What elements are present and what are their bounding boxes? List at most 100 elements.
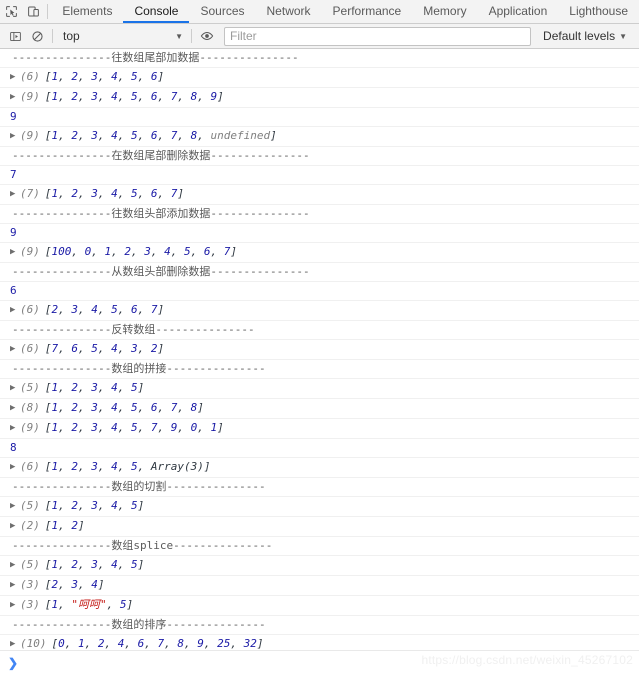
- console-value-row: 9: [0, 108, 639, 127]
- console-array-row[interactable]: ▶ (5) [1, 2, 3, 4, 5]: [0, 497, 639, 517]
- array-item: 2: [71, 558, 78, 571]
- array-item: 2: [71, 421, 78, 434]
- console-array-row[interactable]: ▶ (6) [2, 3, 4, 5, 6, 7]: [0, 301, 639, 321]
- array-item: 3: [91, 421, 98, 434]
- console-array-row[interactable]: ▶ (8) [1, 2, 3, 4, 5, 6, 7, 8]: [0, 399, 639, 419]
- expand-arrow-icon[interactable]: ▶: [10, 519, 20, 533]
- array-item: 2: [71, 460, 78, 473]
- console-array-row[interactable]: ▶ (10) [0, 1, 2, 4, 6, 7, 8, 9, 25, 32]: [0, 635, 639, 650]
- tab-performance[interactable]: Performance: [322, 0, 413, 23]
- tab-elements[interactable]: Elements: [51, 0, 123, 23]
- console-filter-input[interactable]: [224, 26, 532, 46]
- array-item: 4: [111, 90, 118, 103]
- expand-arrow-icon[interactable]: ▶: [10, 421, 20, 435]
- array-length-badge: (5): [20, 558, 40, 571]
- console-separator-row: ---------------反转数组---------------: [0, 321, 639, 340]
- console-array-row[interactable]: ▶ (5) [1, 2, 3, 4, 5]: [0, 556, 639, 576]
- array-item: 6: [150, 401, 158, 414]
- array-item: 3: [91, 70, 98, 83]
- console-array-row[interactable]: ▶ (6) [1, 2, 3, 4, 5, Array(3)]: [0, 458, 639, 478]
- array-preview: [100, 0, 1, 2, 3, 4, 5, 6, 7]: [44, 245, 237, 258]
- array-item: undefined: [210, 129, 271, 142]
- expand-arrow-icon[interactable]: ▶: [10, 187, 20, 201]
- log-levels-selector[interactable]: Default levels ▼: [537, 29, 635, 43]
- tab-sources[interactable]: Sources: [189, 0, 255, 23]
- array-preview: [1, 2, 3, 4, 5, 6, 7, 8]: [44, 401, 204, 414]
- devtools-panel: Elements Console Sources Network Perform…: [0, 0, 639, 675]
- console-array-row[interactable]: ▶ (3) [1, "呵呵", 5]: [0, 596, 639, 616]
- console-array-row[interactable]: ▶ (2) [1, 2]: [0, 517, 639, 537]
- tab-console[interactable]: Console: [123, 0, 190, 23]
- expand-arrow-icon[interactable]: ▶: [10, 460, 20, 474]
- array-item: 2: [71, 499, 78, 512]
- array-item: 4: [111, 499, 118, 512]
- expand-arrow-icon[interactable]: ▶: [10, 401, 20, 415]
- array-length-badge: (6): [20, 342, 40, 355]
- expand-arrow-icon[interactable]: ▶: [10, 70, 20, 84]
- array-item: 1: [78, 637, 85, 650]
- array-item: 5: [131, 460, 138, 473]
- inspect-element-icon[interactable]: [0, 0, 22, 23]
- console-array-row[interactable]: ▶ (9) [1, 2, 3, 4, 5, 7, 9, 0, 1]: [0, 419, 639, 439]
- array-preview: [0, 1, 2, 4, 6, 7, 8, 9, 25, 32]: [51, 637, 264, 650]
- array-item: 5: [131, 558, 138, 571]
- chevron-down-icon: ▼: [175, 31, 183, 41]
- console-value-row: 7: [0, 166, 639, 185]
- array-item: 3: [144, 245, 151, 258]
- expand-arrow-icon[interactable]: ▶: [10, 578, 20, 592]
- console-array-row[interactable]: ▶ (6) [7, 6, 5, 4, 3, 2]: [0, 340, 639, 360]
- console-scalar-value: 7: [10, 168, 17, 181]
- array-item: 2: [71, 70, 78, 83]
- expand-arrow-icon[interactable]: ▶: [10, 381, 20, 395]
- tab-network[interactable]: Network: [256, 0, 322, 23]
- console-message-list[interactable]: ---------------往数组尾部加数据--------------- ▶(…: [0, 49, 639, 650]
- array-preview: [2, 3, 4, 5, 6, 7]: [44, 303, 165, 316]
- console-prompt[interactable]: ❯: [0, 650, 639, 675]
- tab-application[interactable]: Application: [478, 0, 559, 23]
- expand-arrow-icon[interactable]: ▶: [10, 342, 20, 356]
- array-length-badge: (9): [20, 129, 40, 142]
- array-preview: [1, "呵呵", 5]: [44, 598, 134, 611]
- expand-arrow-icon[interactable]: ▶: [10, 558, 20, 572]
- expand-arrow-icon[interactable]: ▶: [10, 245, 20, 259]
- console-prompt-input[interactable]: [18, 651, 639, 675]
- console-array-row[interactable]: ▶ (5) [1, 2, 3, 4, 5]: [0, 379, 639, 399]
- device-toolbar-icon[interactable]: [22, 0, 44, 23]
- array-item: 3: [131, 342, 138, 355]
- array-item: 5: [131, 129, 138, 142]
- clear-console-icon[interactable]: [26, 25, 48, 47]
- execution-context-selector[interactable]: top ▼: [57, 27, 187, 45]
- console-array-row[interactable]: ▶ (9) [100, 0, 1, 2, 3, 4, 5, 6, 7]: [0, 243, 639, 263]
- array-item: 5: [111, 303, 118, 316]
- array-length-badge: (8): [20, 401, 40, 414]
- expand-arrow-icon[interactable]: ▶: [10, 598, 20, 612]
- array-item: 4: [111, 421, 118, 434]
- array-item: 3: [71, 303, 78, 316]
- expand-arrow-icon[interactable]: ▶: [10, 499, 20, 513]
- expand-arrow-icon[interactable]: ▶: [10, 637, 20, 650]
- console-array-row[interactable]: ▶ (6) [1, 2, 3, 4, 5, 6]: [0, 68, 639, 88]
- array-item: 5: [131, 187, 138, 200]
- array-item: 4: [111, 381, 118, 394]
- console-array-row[interactable]: ▶ (9) [1, 2, 3, 4, 5, 6, 7, 8, undefined]: [0, 127, 639, 147]
- console-array-row[interactable]: ▶ (9) [1, 2, 3, 4, 5, 6, 7, 8, 9]: [0, 88, 639, 108]
- array-item: 5: [131, 499, 138, 512]
- tab-memory[interactable]: Memory: [412, 0, 477, 23]
- array-item: 3: [91, 187, 98, 200]
- array-item: 6: [150, 187, 158, 200]
- expand-arrow-icon[interactable]: ▶: [10, 303, 20, 317]
- array-length-badge: (9): [20, 245, 40, 258]
- console-array-row[interactable]: ▶ (7) [1, 2, 3, 4, 5, 6, 7]: [0, 185, 639, 205]
- tab-lighthouse[interactable]: Lighthouse: [558, 0, 639, 23]
- array-preview: [1, 2, 3, 4, 5]: [44, 381, 145, 394]
- expand-arrow-icon[interactable]: ▶: [10, 90, 20, 104]
- array-preview: [1, 2, 3, 4, 5, 6, 7]: [44, 187, 184, 200]
- live-expression-eye-icon[interactable]: [196, 25, 218, 47]
- console-array-row[interactable]: ▶ (3) [2, 3, 4]: [0, 576, 639, 596]
- array-item: 6: [131, 303, 138, 316]
- console-separator-row: ---------------数组的排序---------------: [0, 616, 639, 635]
- array-item: 32: [243, 637, 257, 650]
- console-sidebar-toggle-icon[interactable]: [4, 25, 26, 47]
- array-length-badge: (6): [20, 460, 40, 473]
- expand-arrow-icon[interactable]: ▶: [10, 129, 20, 143]
